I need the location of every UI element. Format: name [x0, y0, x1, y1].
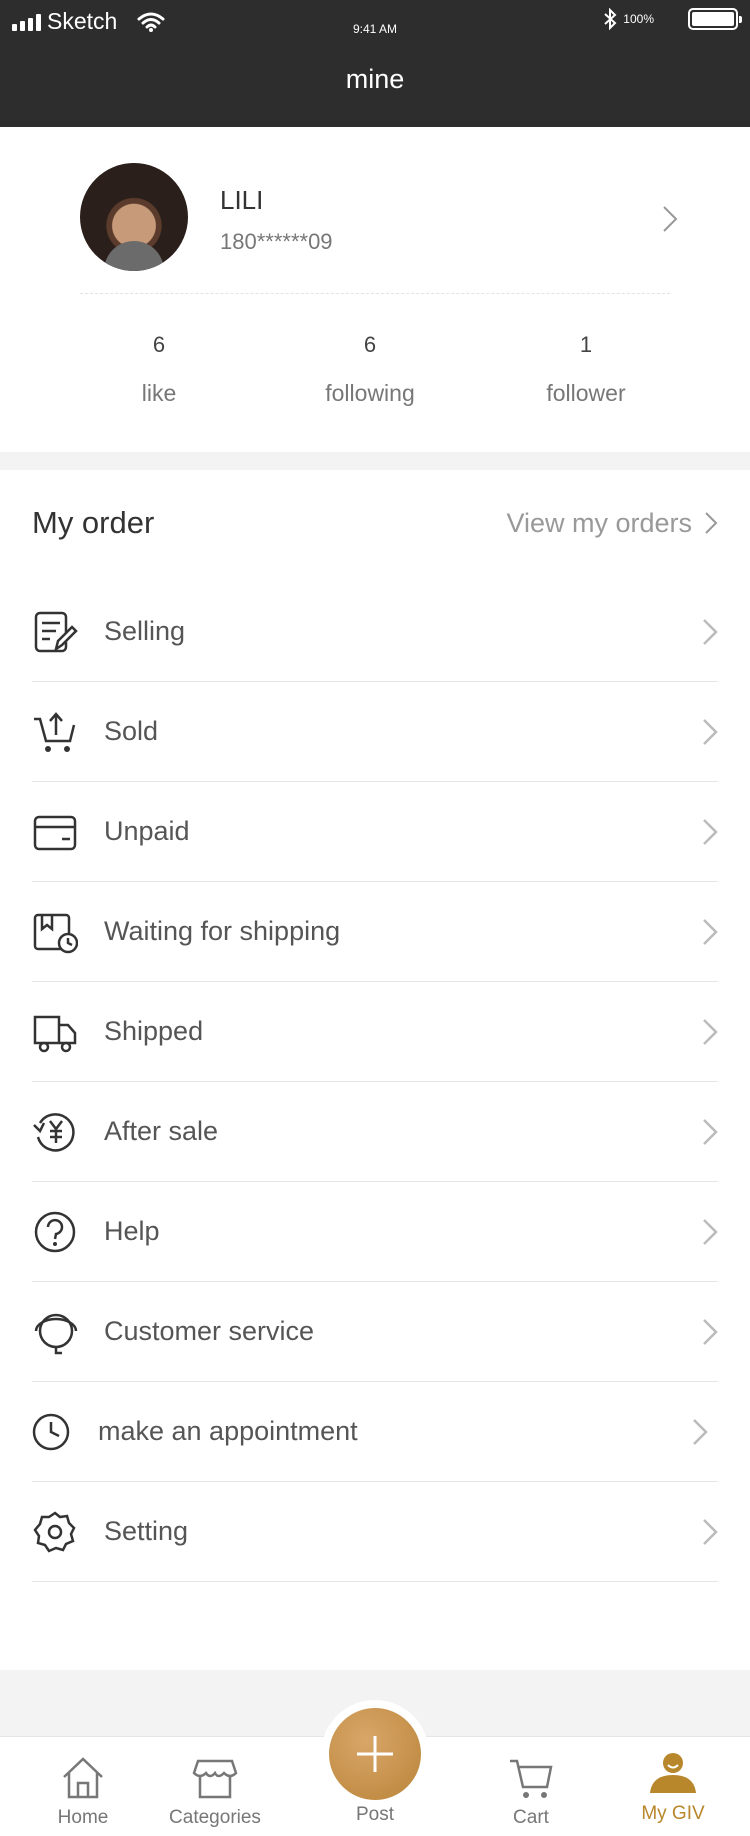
chevron-right-icon: [703, 618, 718, 645]
person-icon: [650, 1753, 696, 1793]
cart-upload-icon: [32, 709, 78, 755]
tab-label: Categories: [169, 1807, 261, 1828]
stat-like[interactable]: 6 like: [69, 332, 249, 407]
menu-item-label: Setting: [104, 1516, 189, 1546]
chevron-right-icon: [693, 1418, 708, 1445]
gear-icon: [32, 1509, 78, 1555]
tab-label: Home: [57, 1807, 109, 1828]
yen-refund-icon: [32, 1109, 78, 1155]
menu-item-label: Unpaid: [104, 816, 190, 846]
order-title: My order: [32, 505, 155, 540]
chevron-right-icon: [703, 718, 718, 745]
menu-item-unpaid[interactable]: Unpaid: [32, 782, 718, 882]
tab-label: Cart: [513, 1807, 549, 1828]
menu-item-sold[interactable]: Sold: [32, 682, 718, 782]
menu-item-after-sale[interactable]: After sale: [32, 1082, 718, 1182]
menu-item-label: Waiting for shipping: [104, 916, 341, 946]
home-icon: [63, 1757, 103, 1799]
tab-my-giv[interactable]: My GIV: [618, 1737, 728, 1836]
menu-item-customer-service[interactable]: Customer service: [32, 1282, 718, 1382]
stat-label: following: [325, 380, 415, 406]
bluetooth-icon: [604, 8, 617, 30]
menu-item-make-an-appointment[interactable]: make an appointment: [32, 1382, 718, 1482]
menu-item-label: Selling: [104, 616, 186, 646]
order-header: My order View my orders: [32, 498, 718, 548]
avatar[interactable]: [80, 163, 188, 271]
edit-document-icon: [32, 609, 78, 655]
top-bar: Sketch 9:41 AM 100% mine: [0, 0, 750, 127]
stat-value: 6: [363, 332, 377, 357]
stat-value: 1: [579, 332, 593, 357]
stat-label: follower: [546, 380, 626, 406]
profile-card[interactable]: LILI 180******09 6 like 6 following 1 fo…: [0, 127, 750, 452]
truck-icon: [32, 1009, 78, 1055]
chevron-right-icon: [703, 1218, 718, 1245]
chevron-right-icon: [703, 818, 718, 845]
chevron-right-icon: [703, 1018, 718, 1045]
divider: [80, 293, 670, 294]
menu-item-setting[interactable]: Setting: [32, 1482, 718, 1582]
tab-categories[interactable]: Categories: [160, 1737, 270, 1836]
stat-follower[interactable]: 1 follower: [496, 332, 676, 407]
chevron-right-icon: [703, 918, 718, 945]
menu-item-label: Help: [104, 1216, 160, 1246]
cart-icon: [510, 1759, 553, 1798]
battery-icon: [688, 8, 742, 30]
view-orders-label: View my orders: [506, 507, 692, 538]
shop-icon: [192, 1759, 238, 1799]
tab-label-post: Post: [355, 1804, 395, 1825]
menu-item-label: Customer service: [104, 1316, 315, 1346]
page-title: mine: [345, 64, 405, 94]
menu-item-label: make an appointment: [98, 1416, 358, 1446]
clock-icon: [32, 1409, 78, 1455]
box-clock-icon: [32, 909, 78, 955]
question-icon: [32, 1209, 78, 1255]
menu-item-label: Sold: [104, 716, 159, 746]
user-phone: 180******09: [220, 229, 333, 254]
menu-item-waiting-for-shipping[interactable]: Waiting for shipping: [32, 882, 718, 982]
chevron-right-icon: [703, 1318, 718, 1345]
chevron-right-icon: [703, 1518, 718, 1545]
menu-item-shipped[interactable]: Shipped: [32, 982, 718, 1082]
menu-item-selling[interactable]: Selling: [32, 582, 718, 682]
menu-item-label: After sale: [104, 1116, 219, 1146]
section-separator: [0, 452, 750, 470]
stat-label: like: [141, 380, 177, 406]
chevron-right-icon: [703, 1118, 718, 1145]
menu-item-help[interactable]: Help: [32, 1182, 718, 1282]
tab-cart[interactable]: Cart: [476, 1737, 586, 1836]
chevron-right-icon: [705, 512, 718, 534]
credit-card-icon: [32, 809, 78, 855]
plus-icon: [357, 1736, 393, 1772]
menu-item-label: Shipped: [104, 1016, 204, 1046]
battery-percent: 100%: [623, 12, 654, 26]
view-orders-link[interactable]: View my orders: [506, 508, 718, 539]
stat-value: 6: [152, 332, 166, 357]
stat-following[interactable]: 6 following: [280, 332, 460, 407]
tab-label: My GIV: [641, 1803, 705, 1824]
headset-icon: [32, 1309, 78, 1355]
post-button[interactable]: [329, 1708, 421, 1800]
chevron-right-icon[interactable]: [662, 205, 678, 233]
tab-home[interactable]: Home: [28, 1737, 138, 1836]
user-name: LILI: [220, 185, 264, 215]
status-right: 100%: [603, 8, 742, 30]
order-section: My order View my orders Selling Sold Unp…: [0, 470, 750, 1670]
